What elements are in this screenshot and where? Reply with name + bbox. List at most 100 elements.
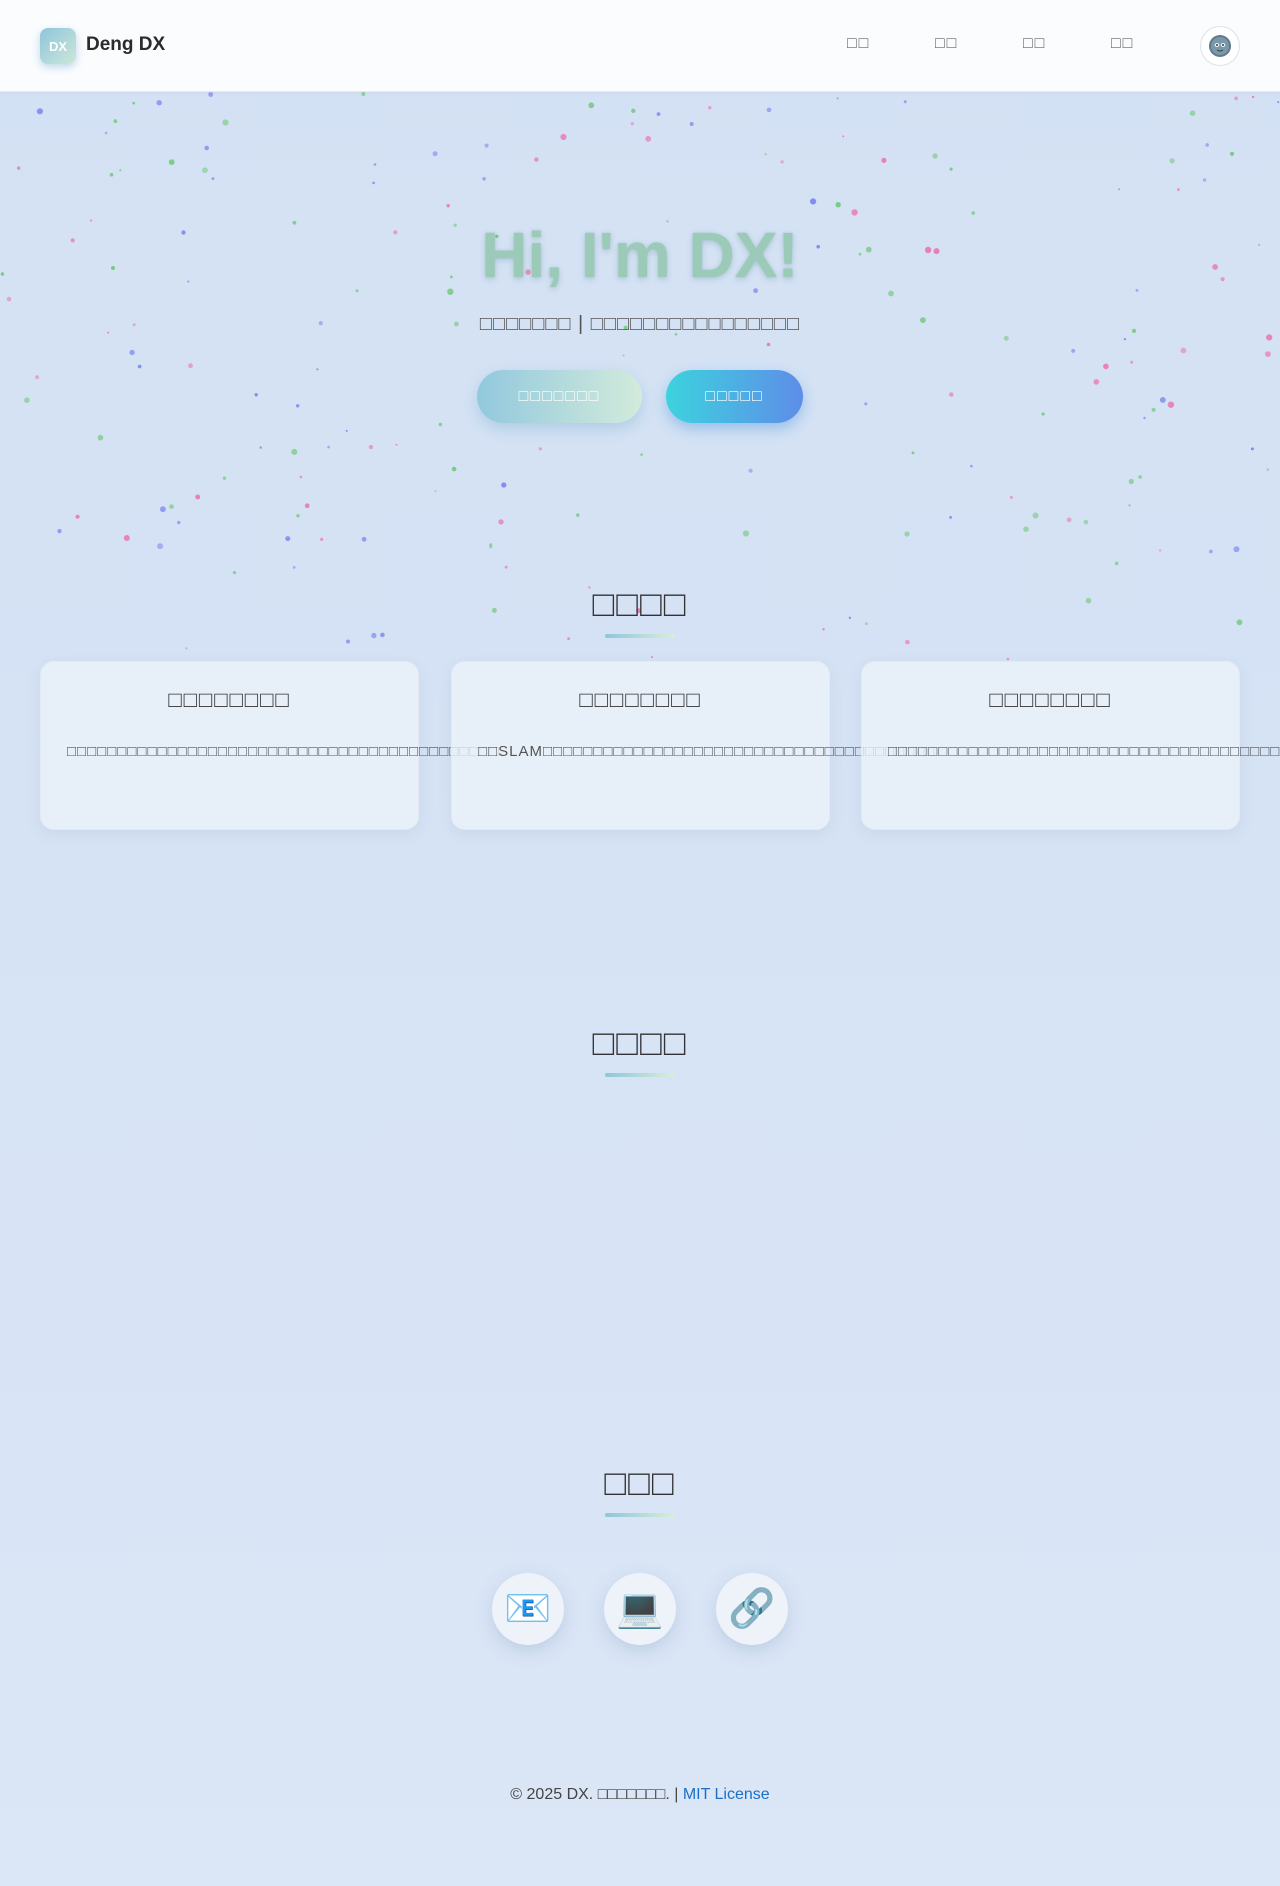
particle-dot	[1066, 517, 1072, 523]
logo-badge[interactable]: DX	[40, 28, 76, 64]
particle-dot	[1229, 151, 1235, 156]
particle-dot	[292, 566, 296, 569]
particle-dot	[123, 535, 130, 541]
particle-dot	[560, 133, 567, 141]
hero-subtitle: □□□□□□□ | □□□□□□□□□□□□□□□□	[479, 313, 801, 335]
particle-dot	[504, 565, 508, 569]
particle-dot	[1138, 475, 1142, 479]
particle-dot	[1114, 561, 1119, 566]
particle-dot	[949, 392, 954, 397]
particle-dot	[904, 531, 910, 537]
particle-dot	[949, 515, 953, 519]
particle-dot	[810, 198, 817, 205]
nav-link-1[interactable]: □□	[847, 35, 870, 53]
particle-dot	[501, 482, 507, 488]
particle-dot	[434, 489, 437, 492]
theme-toggle-button[interactable]	[1200, 26, 1240, 66]
particle-dot	[345, 429, 348, 432]
skill-card-desc: □□□□□□□□□□□□□□□□□□□□□□□□□□□□□□□□□□□□□□□	[888, 743, 1280, 760]
primary-cta-button[interactable]: □□□□□□□	[477, 370, 642, 423]
particle-dot	[864, 402, 868, 406]
particle-dot	[157, 543, 164, 550]
particle-dot	[1103, 363, 1109, 370]
particle-dot	[211, 177, 215, 181]
particle-dot	[766, 107, 772, 113]
particle-dot	[1167, 401, 1175, 408]
particle-dot	[35, 375, 40, 380]
particle-dot	[432, 151, 438, 157]
particle-dot	[842, 135, 845, 138]
particle-dot	[169, 504, 174, 509]
particle-dot	[498, 519, 504, 525]
nav-link-3[interactable]: □□	[1023, 35, 1046, 53]
particle-dot	[949, 167, 953, 171]
particle-dot	[911, 451, 915, 455]
particle-dot	[380, 632, 385, 638]
particle-dot	[971, 211, 975, 215]
particle-dot	[202, 167, 208, 173]
particle-dot	[156, 100, 162, 106]
particle-dot	[1006, 657, 1010, 661]
particle-dot	[588, 102, 595, 109]
particle-dot	[259, 446, 263, 449]
skills-section-title: □□□□	[592, 583, 688, 624]
particle-dot	[113, 119, 118, 124]
contact-email-button[interactable]: 📧	[492, 1573, 564, 1645]
particle-dot	[119, 169, 122, 172]
particle-dot	[1041, 412, 1045, 416]
particle-dot	[631, 108, 636, 114]
particle-dot	[1130, 360, 1134, 364]
skill-card-title: □□□□□□□□	[989, 687, 1112, 712]
contact-link-button[interactable]: 🔗	[716, 1573, 788, 1645]
contact-laptop-button[interactable]: 💻	[604, 1573, 676, 1645]
particle-dot	[57, 529, 62, 534]
particle-dot	[1277, 101, 1280, 104]
particle-dot	[1180, 347, 1187, 354]
particle-dot	[6, 296, 12, 302]
particle-dot	[1032, 512, 1039, 519]
particle-dot	[1083, 519, 1089, 525]
projects-title-underline	[605, 1073, 675, 1077]
particle-dot	[651, 656, 653, 659]
particle-dot	[451, 466, 457, 472]
particle-dot	[17, 166, 21, 170]
particle-dot	[36, 108, 44, 115]
particle-dot	[285, 536, 291, 542]
particle-dot	[742, 530, 750, 537]
particle-dot	[316, 368, 319, 371]
particle-dot	[24, 397, 30, 404]
license-link[interactable]: MIT License	[683, 1786, 770, 1803]
particle-dot	[129, 349, 135, 356]
particle-dot	[1202, 178, 1207, 182]
secondary-cta-button[interactable]: □□□□□	[666, 370, 803, 423]
nav-link-4[interactable]: □□	[1111, 35, 1134, 53]
particle-dot	[932, 153, 938, 159]
particle-dot	[622, 354, 625, 357]
particle-dot	[1071, 348, 1076, 353]
footer-copyright: © 2025 DX. □□□□□□□. |	[510, 1786, 683, 1803]
particle-dot	[1151, 407, 1156, 412]
site-name[interactable]: Deng DX	[86, 34, 165, 56]
nav-link-2[interactable]: □□	[935, 35, 958, 53]
particle-dot	[835, 202, 841, 208]
particle-dot	[299, 475, 303, 479]
skill-card: □□□□□□□□ □□□□□□□□□□□□□□□□□□□□□□□□□□□□□□□…	[40, 661, 499, 830]
particle-dot	[1093, 379, 1100, 385]
particle-dot	[177, 520, 181, 525]
particle-dot	[137, 364, 142, 369]
site-header: DX Deng DX □□ □□ □□ □□	[0, 0, 1280, 92]
particle-dot	[109, 172, 114, 177]
particle-dot	[372, 181, 375, 185]
particle-dot	[160, 506, 166, 513]
particle-dot	[320, 537, 324, 542]
particle-dot	[1143, 416, 1146, 420]
skill-card: □□□□□□□□ □□□□□□□□□□□□□□□□□□□□□□□□□□□□□□□…	[861, 661, 1280, 830]
particle-dot	[482, 177, 486, 181]
particle-dot	[222, 119, 229, 126]
particle-dot	[656, 112, 661, 116]
particle-dot	[75, 514, 80, 519]
particle-dot	[484, 143, 489, 148]
particle-dot	[708, 106, 712, 110]
skills-title-underline	[605, 634, 675, 638]
particle-dot	[371, 632, 377, 639]
